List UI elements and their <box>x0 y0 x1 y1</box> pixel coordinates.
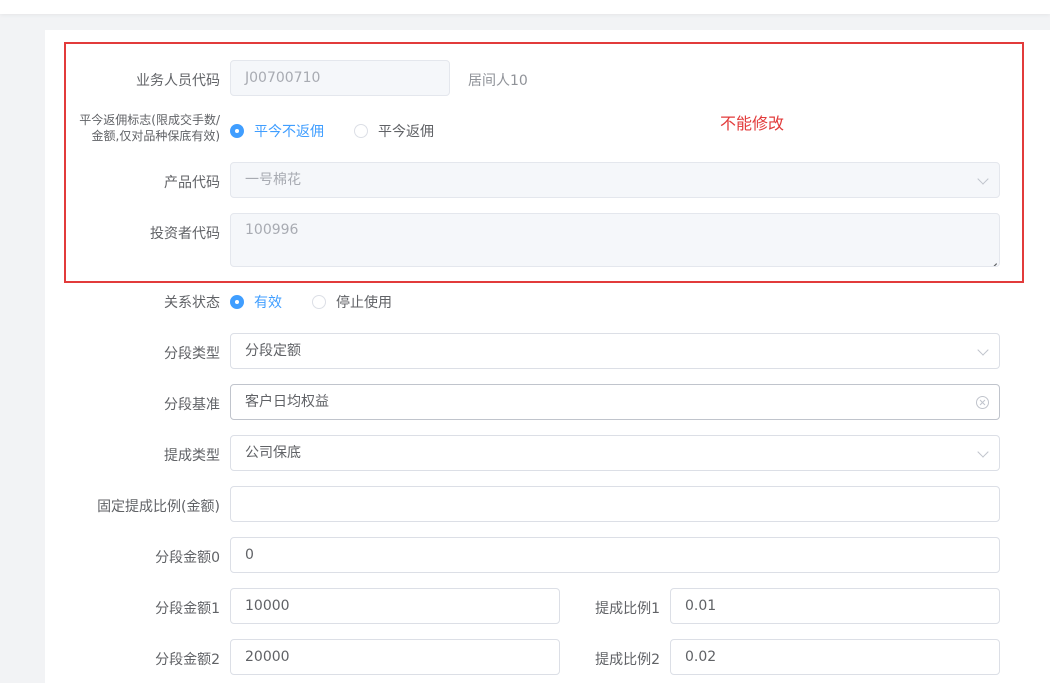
fixed-ratio-label: 固定提成比例(金额) <box>97 499 220 515</box>
segment-amount0-label: 分段金额0 <box>155 550 220 566</box>
segment-amount0-input[interactable]: 0 <box>230 537 1000 573</box>
commission-ratio1-label: 提成比例1 <box>595 601 660 617</box>
relation-status-label: 关系状态 <box>164 295 220 311</box>
segment-type-value: 分段定额 <box>245 343 301 359</box>
radio-label: 停止使用 <box>336 295 392 311</box>
commission-ratio2-input[interactable]: 0.02 <box>670 639 1000 675</box>
radio-status-active[interactable]: 有效 <box>230 292 282 312</box>
radio-unchecked-icon <box>312 295 326 309</box>
radio-checked-icon <box>230 295 244 309</box>
commission-ratio1-input[interactable]: 0.01 <box>670 588 1000 624</box>
commission-type-value: 公司保底 <box>245 445 301 461</box>
segment-amount1-label: 分段金额1 <box>155 601 220 617</box>
commission-type-select[interactable]: 公司保底 <box>230 435 1000 471</box>
clear-circle-icon[interactable] <box>976 396 989 409</box>
chevron-down-icon <box>977 344 989 356</box>
segment-type-label: 分段类型 <box>164 346 220 362</box>
segment-type-select[interactable]: 分段定额 <box>230 333 1000 369</box>
readonly-annotation: 不能修改 <box>720 114 785 133</box>
segment-amount2-input[interactable]: 20000 <box>230 639 560 675</box>
segment-amount1-input[interactable]: 10000 <box>230 588 560 624</box>
segment-base-select[interactable]: 客户日均权益 <box>230 384 1000 420</box>
segment-base-value: 客户日均权益 <box>245 394 329 410</box>
commission-type-label: 提成类型 <box>164 448 220 464</box>
radio-status-stopped[interactable]: 停止使用 <box>312 292 392 312</box>
radio-label: 有效 <box>254 295 282 311</box>
segment-base-label: 分段基准 <box>164 397 220 413</box>
segment-amount2-label: 分段金额2 <box>155 652 220 668</box>
top-bar <box>0 0 1050 14</box>
readonly-highlight-box <box>64 42 1024 283</box>
chevron-down-icon <box>977 446 989 458</box>
fixed-ratio-input[interactable] <box>230 486 1000 522</box>
commission-ratio2-label: 提成比例2 <box>595 652 660 668</box>
